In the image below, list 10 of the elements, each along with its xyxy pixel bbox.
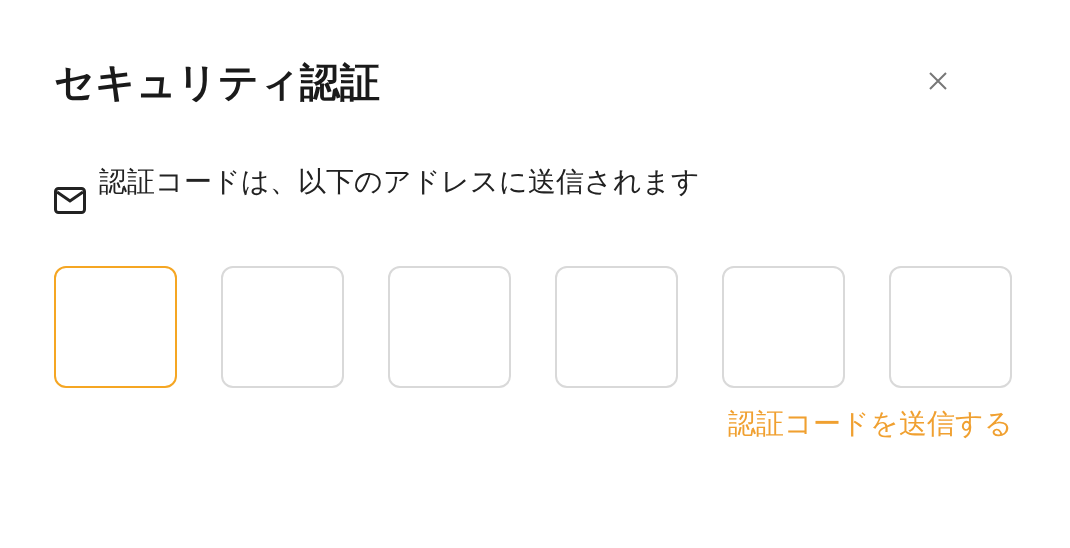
code-input-field[interactable]	[388, 266, 511, 388]
mail-icon	[54, 187, 86, 214]
code-input-field[interactable]	[54, 266, 177, 388]
message-text: 認証コードは、以下のアドレスに送信されます	[99, 164, 700, 200]
send-code-link[interactable]: 認証コードを送信する	[728, 404, 1013, 444]
dialog-title: セキュリティ認証	[54, 58, 380, 107]
code-input-field[interactable]	[221, 266, 344, 388]
code-input-field[interactable]	[722, 266, 845, 388]
code-input-field[interactable]	[889, 266, 1012, 388]
code-input-field[interactable]	[555, 266, 678, 388]
